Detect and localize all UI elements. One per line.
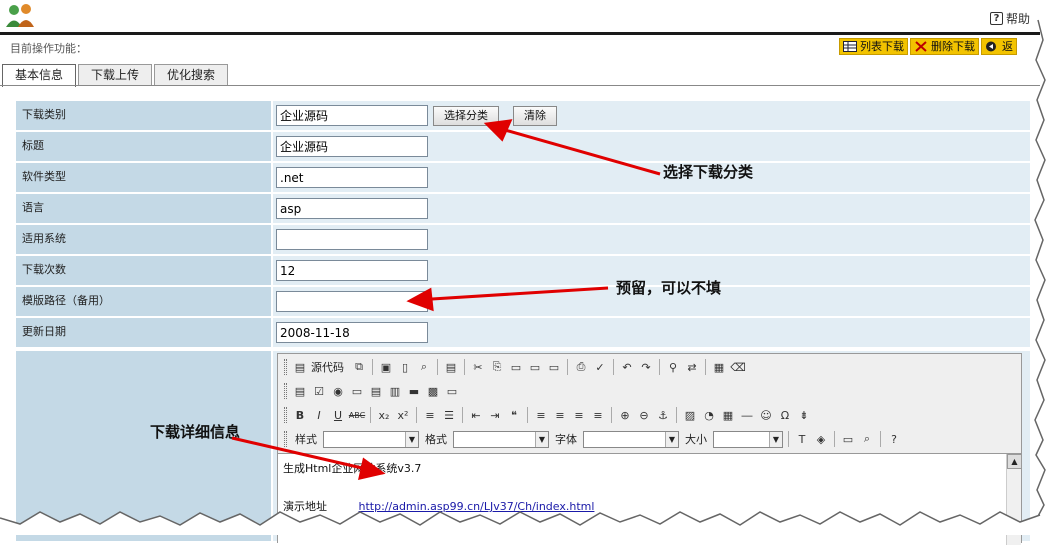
torn-edge-frame [0,0,1055,535]
